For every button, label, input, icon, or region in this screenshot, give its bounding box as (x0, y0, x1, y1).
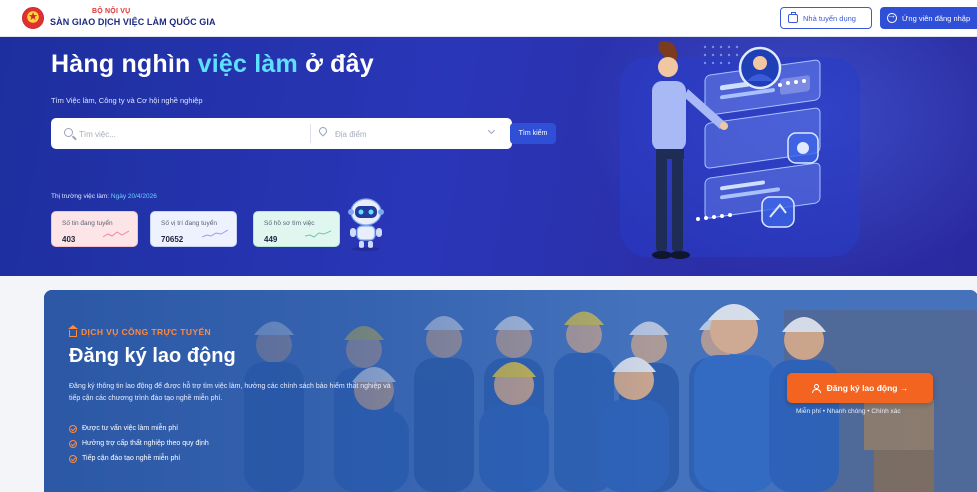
hero-subtitle: Tìm Việc làm, Công ty và Cơ hội nghề ngh… (51, 96, 203, 105)
market-label: Thị trường việc làm: (51, 193, 111, 200)
check-circle-icon (69, 424, 77, 433)
employer-button[interactable]: Nhà tuyển dụng (780, 7, 872, 29)
trend-sparkline-icon (103, 230, 129, 238)
banner-title: Đăng ký lao động (69, 345, 236, 367)
market-date[interactable]: Ngày 20/4/2026 (111, 193, 157, 200)
list-item: Tiếp cận đào tạo nghề miễn phí (69, 451, 209, 466)
chevron-down-icon[interactable] (487, 126, 496, 135)
online-service-tag-label: DỊCH VỤ CÔNG TRỰC TUYẾN (81, 327, 212, 337)
location-pin-icon (317, 125, 329, 137)
stat-card-job-posts[interactable]: Số tin đang tuyển 403 (51, 211, 138, 247)
hero-illustration (620, 41, 860, 259)
login-icon (887, 10, 897, 23)
benefit-list: Được tư vấn việc làm miễn phí Hưởng trợ … (69, 421, 209, 466)
site-title[interactable]: SÀN GIAO DỊCH VIỆC LÀM QUỐC GIA (50, 17, 216, 27)
stat-value: 449 (264, 235, 278, 244)
hero-title-prefix: Hàng nghìn (51, 50, 198, 78)
stat-value: 70652 (161, 235, 184, 244)
list-item: Được tư vấn việc làm miễn phí (69, 421, 209, 436)
search-divider (310, 124, 311, 143)
labor-registration-banner: DỊCH VỤ CÔNG TRỰC TUYẾN Đăng ký lao động… (44, 290, 977, 492)
page: BỘ NỘI VỤ SÀN GIAO DỊCH VIỆC LÀM QUỐC GI… (0, 0, 977, 492)
online-service-tag: DỊCH VỤ CÔNG TRỰC TUYẾN (68, 325, 212, 337)
employer-button-label: Nhà tuyển dụng (803, 13, 856, 23)
candidate-login-button[interactable]: Ứng viên đăng nhập (880, 7, 977, 29)
market-date-line: Thị trường việc làm: Ngày 20/4/2026 (51, 193, 157, 200)
stat-card-open-positions[interactable]: Số vị trí đang tuyển 70652 (150, 211, 237, 247)
candidate-login-label: Ứng viên đăng nhập (902, 13, 971, 23)
top-header: BỘ NỘI VỤ SÀN GIAO DỊCH VIỆC LÀM QUỐC GI… (0, 0, 977, 37)
stat-card-job-seekers[interactable]: Số hồ sơ tìm việc 449 (253, 211, 340, 247)
stat-label: Số hồ sơ tìm việc (264, 220, 315, 227)
search-button[interactable]: Tìm kiếm (510, 123, 556, 144)
briefcase-icon (788, 11, 798, 23)
register-note: Miễn phí • Nhanh chóng • Chính xác (796, 408, 901, 415)
search-icon (64, 128, 73, 137)
hero-title-highlight: việc làm (197, 50, 298, 78)
benefit-label: Được tư vấn việc làm miễn phí (82, 425, 179, 432)
trend-sparkline-icon (305, 230, 331, 238)
hero-title: Hàng nghìn việc làm ở đây (51, 50, 374, 79)
trend-sparkline-icon (202, 229, 228, 238)
location-select[interactable] (335, 126, 475, 142)
benefit-label: Hưởng trợ cấp thất nghiệp theo quy định (82, 440, 209, 447)
job-search-bar: Tìm kiếm (51, 118, 556, 149)
banner-description: Đăng ký thông tin lao động để được hỗ tr… (69, 383, 391, 402)
national-emblem-logo[interactable] (22, 7, 44, 29)
stat-label: Số tin đang tuyển (62, 220, 113, 227)
org-parent-label: BỘ NỘI VỤ (92, 8, 131, 15)
keyword-search-input[interactable] (79, 126, 229, 142)
home-icon (68, 325, 78, 337)
hero-section: Hàng nghìn việc làm ở đây Tìm Việc làm, … (0, 37, 977, 276)
list-item: Hưởng trợ cấp thất nghiệp theo quy định (69, 436, 209, 451)
check-circle-icon (69, 439, 77, 448)
user-icon (811, 383, 821, 393)
stat-label: Số vị trí đang tuyển (161, 220, 218, 227)
register-labor-button[interactable]: Đăng ký lao động → (787, 373, 933, 403)
stat-value: 403 (62, 235, 76, 244)
check-circle-icon (69, 454, 77, 463)
benefit-label: Tiếp cận đào tạo nghề miễn phí (82, 455, 181, 462)
hero-title-suffix: ở đây (297, 50, 374, 78)
register-labor-label: Đăng ký lao động → (826, 383, 909, 393)
robot-mascot-icon (348, 198, 384, 251)
